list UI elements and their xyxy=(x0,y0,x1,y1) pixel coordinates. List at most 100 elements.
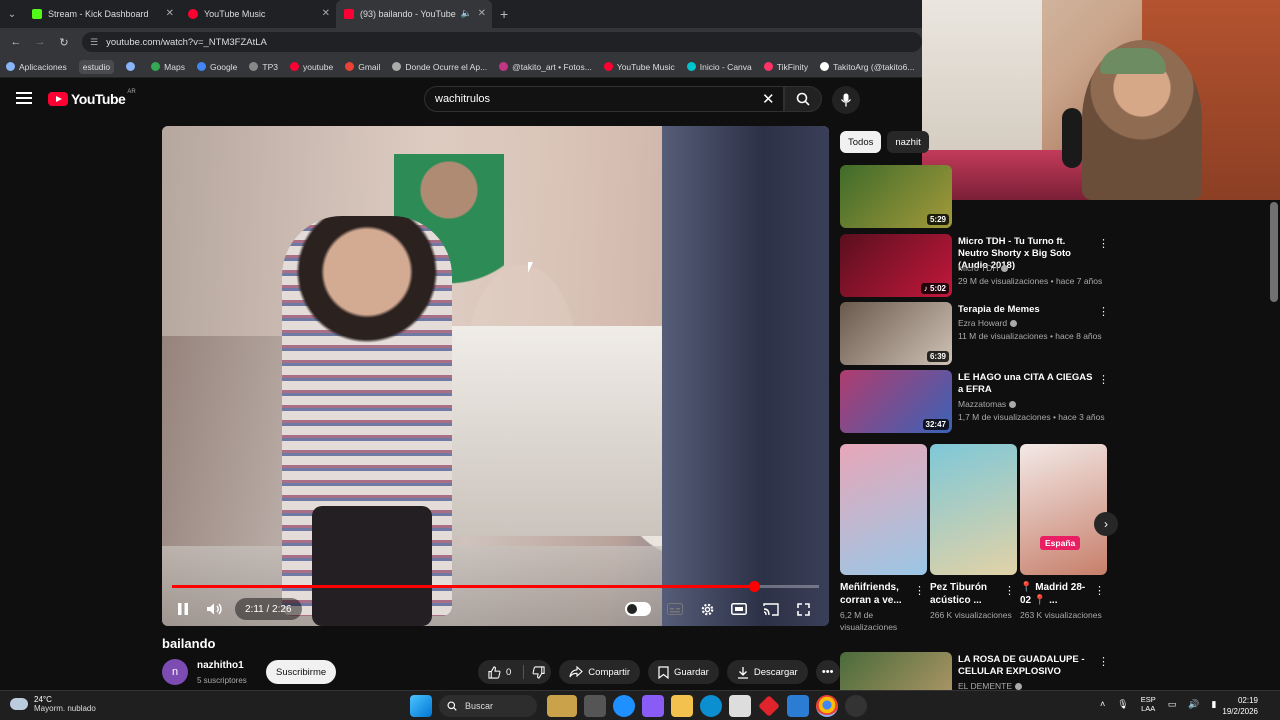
save-button[interactable]: Guardar xyxy=(648,660,719,684)
edge-icon[interactable] xyxy=(700,695,722,717)
more-options-icon[interactable]: ⋮ xyxy=(1098,305,1109,318)
share-button[interactable]: Compartir xyxy=(559,660,640,684)
more-options-icon[interactable]: ⋮ xyxy=(914,584,925,597)
app-red-icon[interactable] xyxy=(758,695,780,717)
settings-button[interactable] xyxy=(691,595,723,623)
more-actions-button[interactable]: ••• xyxy=(815,660,840,684)
recommendation-item[interactable]: ♪ 5:02 Micro TDH - Tu Turno ft. Neutro Sh… xyxy=(840,234,1110,298)
site-info-icon[interactable]: ☰ xyxy=(90,37,98,48)
bookmark-item[interactable] xyxy=(126,62,139,71)
more-options-icon[interactable]: ⋮ xyxy=(1098,237,1109,250)
bookmark-item[interactable]: YouTube Music xyxy=(603,62,675,72)
short-item[interactable]: Pez Tiburón acústico ... 266 K visualizac… xyxy=(930,444,1017,621)
bookmark-item[interactable]: TikFinity xyxy=(763,62,808,72)
autoplay-toggle[interactable] xyxy=(625,602,651,616)
recommendation-title[interactable]: LE HAGO una CITA A CIEGAS a EFRA xyxy=(958,372,1094,396)
weather-widget[interactable]: 24°C Mayorm. nublado xyxy=(10,695,96,713)
taskbar-search[interactable]: Buscar xyxy=(439,695,537,717)
recommendation-thumbnail[interactable]: 6:39 xyxy=(840,302,952,365)
short-title[interactable]: 📍 Madrid 28-02 📍 ... xyxy=(1020,581,1092,607)
tab-youtube-music[interactable]: YouTube Music ✕ xyxy=(180,0,336,28)
speaker-icon[interactable]: 🔈 xyxy=(461,8,472,19)
short-title[interactable]: Pez Tiburón acústico ... xyxy=(930,581,1002,607)
recommendation-item[interactable]: 6:39 Terapia de Memes Ezra Howard 11 M de v… xyxy=(840,302,1110,366)
microphone-icon[interactable]: 🎙 xyxy=(1117,699,1128,710)
theater-mode-button[interactable] xyxy=(723,595,755,623)
more-options-icon[interactable]: ⋮ xyxy=(1098,655,1109,668)
back-arrow-icon[interactable]: ← xyxy=(4,36,28,48)
bookmark-item[interactable]: Gmail xyxy=(345,62,380,72)
download-button[interactable]: Descargar xyxy=(726,660,808,684)
voice-search-button[interactable] xyxy=(832,86,860,114)
like-button[interactable]: 0 xyxy=(478,660,552,684)
bookmark-item[interactable]: Aplicaciones xyxy=(6,62,67,72)
more-options-icon[interactable]: ⋮ xyxy=(1094,584,1105,597)
file-explorer-icon[interactable] xyxy=(671,695,693,717)
bookmark-item[interactable]: Donde Ocurre el Ap... xyxy=(392,62,487,72)
more-options-icon[interactable]: ⋮ xyxy=(1004,584,1015,597)
search-input[interactable]: wachitrulos xyxy=(424,86,784,112)
close-icon[interactable]: ✕ xyxy=(166,8,174,19)
more-options-icon[interactable]: ⋮ xyxy=(1098,373,1109,386)
clock[interactable]: 02:19 19/2/2026 xyxy=(1216,695,1258,717)
recommendation-title[interactable]: LA ROSA DE GUADALUPE - CELULAR EXPLOSIVO xyxy=(958,654,1094,678)
recommendation-item[interactable]: 32:47 LE HAGO una CITA A CIEGAS a EFRA Maz… xyxy=(840,370,1110,434)
chip-channel[interactable]: nazhit xyxy=(887,131,929,153)
chrome-icon[interactable] xyxy=(816,695,838,717)
subtitles-button[interactable] xyxy=(659,595,691,623)
short-thumbnail[interactable] xyxy=(840,444,927,575)
new-tab-button[interactable]: + xyxy=(500,6,508,22)
clear-search-icon[interactable]: ✕ xyxy=(762,90,775,108)
search-button[interactable] xyxy=(784,86,822,112)
channel-name[interactable]: nazhitho1 xyxy=(197,660,244,671)
recommendation-channel[interactable]: Mazzatomas xyxy=(958,399,1017,409)
cast-button[interactable] xyxy=(755,595,787,623)
close-icon[interactable]: ✕ xyxy=(478,8,486,19)
reload-icon[interactable]: ↻ xyxy=(52,36,76,49)
bookmark-item[interactable]: TakitoArg (@takito6... xyxy=(820,62,914,72)
tab-bailando-youtube[interactable]: (93) bailando - YouTube 🔈 ✕ xyxy=(336,0,492,28)
menu-icon[interactable] xyxy=(16,92,32,104)
chip-todos[interactable]: Todos xyxy=(840,131,882,153)
recommendation-thumbnail[interactable]: 5:29 xyxy=(840,165,952,228)
bookmark-item[interactable]: estudio xyxy=(78,59,115,74)
bookmark-item[interactable]: Google xyxy=(196,62,237,72)
short-item[interactable]: España 📍 Madrid 28-02 📍 ... 263 K visualiz… xyxy=(1020,444,1107,621)
tab-search-icon[interactable]: ⌄ xyxy=(0,0,24,28)
volume-button[interactable] xyxy=(199,595,231,623)
short-thumbnail[interactable] xyxy=(930,444,1017,575)
store-icon[interactable] xyxy=(729,695,751,717)
recommendation-channel[interactable]: Ezra Howard xyxy=(958,318,1018,328)
bookmark-item[interactable]: TP3 xyxy=(249,62,278,72)
shorts-next-button[interactable]: › xyxy=(1094,512,1118,536)
short-thumbnail[interactable]: España xyxy=(1020,444,1107,575)
subscribe-button[interactable]: Suscribirme xyxy=(266,660,337,684)
recommendation-item[interactable]: 5:29 xyxy=(840,165,1110,229)
recommendation-title[interactable]: Terapia de Memes xyxy=(958,304,1094,316)
network-icon[interactable]: ▭ xyxy=(1168,699,1177,710)
fullscreen-button[interactable] xyxy=(787,595,819,623)
outlook-icon[interactable] xyxy=(787,695,809,717)
bookmark-item[interactable]: Maps xyxy=(151,62,185,72)
progress-bar[interactable] xyxy=(172,581,819,592)
close-icon[interactable]: ✕ xyxy=(322,8,330,19)
bookmark-item[interactable]: @takito_art • Fotos... xyxy=(499,62,592,72)
bookmark-item[interactable]: Inicio - Canva xyxy=(686,62,752,72)
recommendation-thumbnail[interactable]: 32:47 xyxy=(840,370,952,433)
obs-icon[interactable] xyxy=(845,695,867,717)
tab-kick-dashboard[interactable]: Stream - Kick Dashboard ✕ xyxy=(24,0,180,28)
url-field[interactable]: ☰ youtube.com/watch?v=_NTM3FZAtLA xyxy=(82,32,922,52)
page-scrollbar[interactable] xyxy=(1270,202,1278,302)
short-item[interactable]: Meñifriends, corran a ve... 6,2 M de visu… xyxy=(840,444,927,633)
pause-button[interactable] xyxy=(167,595,199,623)
app-icon[interactable] xyxy=(642,695,664,717)
volume-icon[interactable]: 🔊 xyxy=(1188,699,1199,710)
thumbs-down-icon[interactable] xyxy=(532,665,545,679)
copilot-icon[interactable] xyxy=(613,695,635,717)
bookmark-item[interactable]: youtube xyxy=(289,62,333,72)
video-player[interactable]: 2:11 / 2:26 xyxy=(162,126,829,626)
short-title[interactable]: Meñifriends, corran a ve... xyxy=(840,581,912,607)
youtube-logo[interactable]: YouTube AR xyxy=(48,89,136,107)
windows-start-icon[interactable] xyxy=(410,695,432,717)
language-indicator[interactable]: ESP LAA xyxy=(1141,695,1156,713)
